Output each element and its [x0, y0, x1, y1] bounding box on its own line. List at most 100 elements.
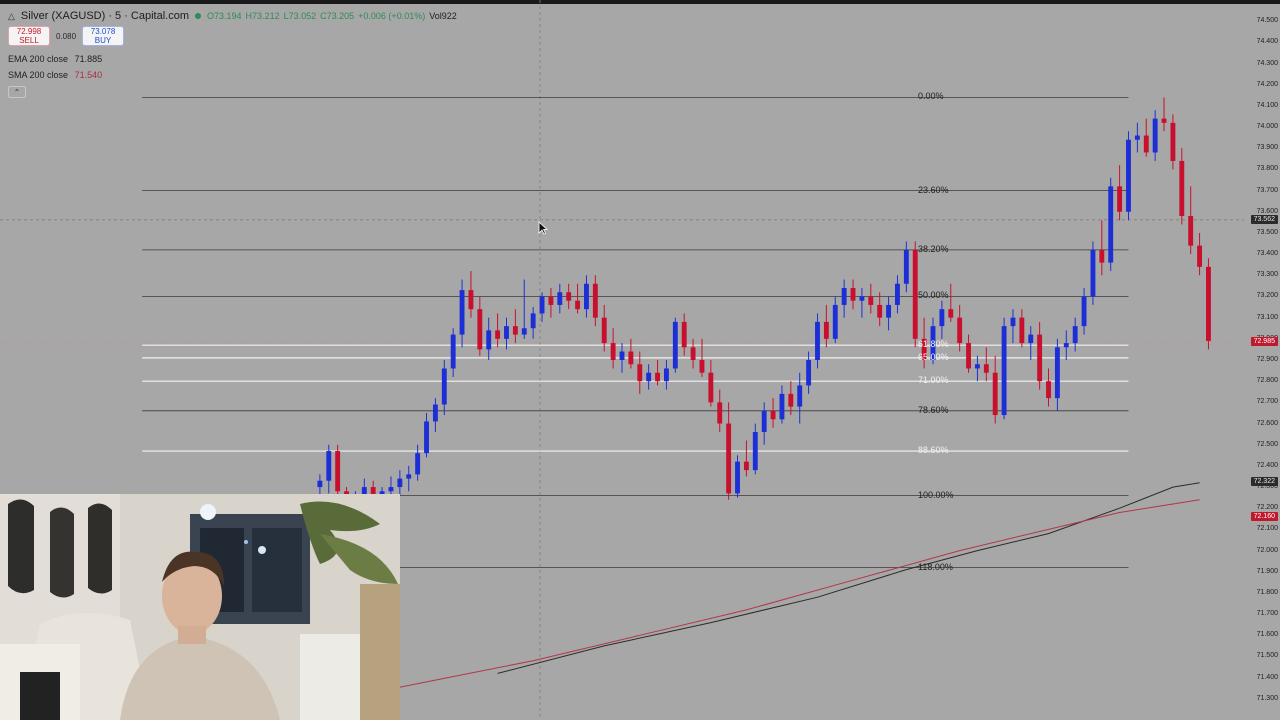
change-value: +0.006 (+0.01%) — [358, 11, 426, 21]
candle-body — [459, 290, 465, 335]
candle-body — [486, 330, 492, 350]
candle-body — [1108, 186, 1114, 263]
candle-body — [1001, 326, 1007, 416]
candle-body — [708, 372, 714, 403]
candle-body — [619, 351, 625, 360]
price-axis-tick: 74.400 — [1256, 38, 1278, 46]
price-axis-tick: 71.700 — [1256, 610, 1278, 618]
candle-body — [903, 249, 909, 284]
candle-body — [663, 368, 669, 382]
fib-level-label: 100.00% — [918, 489, 954, 500]
candle-body — [690, 347, 696, 360]
candle-body — [877, 304, 883, 318]
candle-body — [317, 480, 323, 488]
close-value: C73.205 — [320, 11, 355, 21]
candle-body — [735, 461, 740, 494]
candle-body — [948, 309, 954, 318]
symbol-title[interactable]: Silver (XAGUSD) · 5 · Capital.com — [21, 10, 189, 22]
candle-body — [432, 404, 438, 422]
candle-body — [637, 364, 643, 382]
candle-body — [566, 292, 572, 301]
sell-button[interactable]: 72.998 SELL — [8, 26, 50, 46]
price-axis-tick: 72.900 — [1256, 356, 1278, 363]
candle-body — [1117, 186, 1123, 212]
trade-panel: 72.998 SELL 0.080 73.078 BUY — [8, 26, 125, 46]
candle-body — [886, 304, 892, 318]
candle-body — [450, 334, 456, 369]
price-tag: 72.160 — [1250, 511, 1278, 521]
candle-body — [770, 410, 776, 420]
candle-body — [1206, 266, 1211, 341]
buy-button[interactable]: 73.078 BUY — [82, 26, 125, 46]
indicator-sma[interactable]: SMA 200 close 71.540 — [8, 70, 102, 80]
ohlc-readout: O73.194 H73.212 L73.052 C73.205 +0.006 (… — [207, 11, 457, 21]
price-axis-tick: 74.200 — [1256, 80, 1278, 88]
symbol-header: △ Silver (XAGUSD) · 5 · Capital.com O73.… — [8, 8, 457, 24]
candle-body — [1019, 317, 1025, 344]
candle-body — [681, 321, 687, 348]
sma-200-line — [319, 499, 1200, 704]
candle-body — [1197, 245, 1203, 267]
low-value: L73.052 — [283, 11, 317, 21]
candle-body — [610, 343, 616, 360]
price-axis-tick: 73.200 — [1256, 292, 1278, 300]
candle-body — [441, 368, 447, 405]
candle-body — [539, 296, 545, 314]
high-value: H73.212 — [245, 11, 280, 21]
candle-body — [326, 451, 332, 481]
price-axis-tick: 74.300 — [1256, 59, 1278, 67]
candle-body — [1099, 249, 1105, 263]
candle-body — [388, 487, 394, 492]
candle-body — [761, 410, 767, 432]
candle-body — [1063, 343, 1069, 348]
candle-body — [1037, 334, 1043, 382]
candle-body — [477, 309, 483, 350]
candle-body — [983, 364, 989, 373]
eye-icon[interactable]: △ — [8, 11, 15, 22]
candle-body — [859, 296, 865, 301]
collapse-indicators-button[interactable]: ⌃ — [8, 86, 26, 98]
price-axis-tick: 71.600 — [1256, 631, 1278, 639]
price-axis-tick: 74.100 — [1256, 101, 1278, 109]
candle-body — [717, 402, 723, 424]
candle-body — [939, 309, 945, 327]
fib-level-label: 78.60% — [918, 404, 949, 415]
candle-body — [1143, 135, 1149, 153]
fib-level-label: 88.60% — [918, 445, 949, 456]
price-axis-tick: 71.400 — [1256, 673, 1278, 681]
price-axis[interactable]: 74.500 74.400 74.300 74.200 74.100 74.000 73.9… — [1244, 0, 1280, 720]
candle-body — [1179, 160, 1185, 216]
sma-label: SMA 200 close — [8, 70, 69, 80]
price-axis-tick: 71.900 — [1256, 567, 1278, 575]
candle-body — [1134, 135, 1140, 140]
mouse-cursor-icon — [538, 221, 548, 235]
price-axis-tick: 72.700 — [1256, 398, 1278, 406]
price-axis-tick: 72.200 — [1256, 504, 1278, 512]
candle-body — [601, 317, 607, 344]
candle-body — [415, 453, 421, 475]
candle-body — [841, 288, 847, 305]
buy-label: BUY — [94, 36, 112, 45]
candle-body — [1126, 139, 1131, 212]
indicator-ema[interactable]: EMA 200 close 71.885 — [8, 54, 102, 64]
fib-level-label: 0.00% — [918, 91, 944, 102]
candle-body — [992, 372, 998, 416]
sell-label: SELL — [19, 36, 39, 45]
ema-label: EMA 200 close — [8, 54, 69, 64]
fib-level-label: 71.00% — [918, 375, 949, 386]
buy-price: 73.078 — [90, 27, 116, 36]
spread-value: 0.080 — [56, 31, 77, 41]
candle-body — [1072, 326, 1078, 344]
candle-body — [912, 249, 918, 339]
price-axis-tick: 73.800 — [1256, 165, 1278, 173]
fib-level-label: 23.60% — [918, 184, 949, 195]
candle-body — [850, 288, 856, 301]
candle-body — [966, 343, 971, 369]
candle-body — [1010, 317, 1016, 327]
candle-body — [1054, 347, 1060, 399]
candle-body — [548, 296, 554, 305]
candle-body — [335, 451, 341, 492]
fib-level-label: 118.00% — [918, 561, 953, 572]
candle-body — [512, 326, 518, 335]
price-tag: 72.985 — [1250, 337, 1278, 346]
